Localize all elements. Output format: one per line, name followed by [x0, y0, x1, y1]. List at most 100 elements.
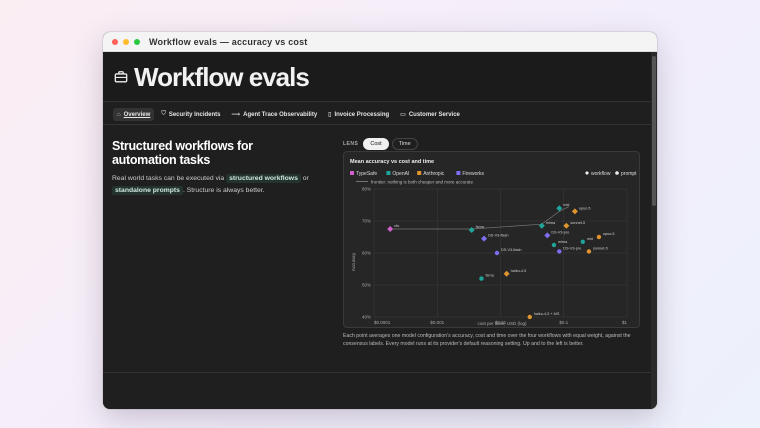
point-label: opus-5: [603, 232, 615, 236]
y-axis-label: Accuracy: [351, 252, 356, 271]
data-point-mima-workflow[interactable]: mima: [538, 221, 556, 229]
tab-label: Security Incidents: [168, 111, 221, 118]
point-label: fsma: [485, 274, 494, 278]
page-title: Workflow evals: [134, 62, 310, 92]
legend-label-typesafe: TypeSafe: [356, 171, 377, 177]
app-window: Workflow evals — accuracy vs cost Workfl…: [103, 32, 657, 409]
tab-label: Customer Service: [408, 111, 460, 118]
frontier-legend-label: frontier: nothing is both cheaper and mo…: [371, 180, 474, 185]
point-label: mid: [587, 237, 593, 241]
point-marker-circle: [580, 239, 585, 244]
scrollbar-thumb[interactable]: [652, 56, 656, 206]
section-divider: [103, 372, 651, 373]
data-point-sonnet-5-workflow[interactable]: sonnet-5: [563, 221, 585, 229]
tab-label: Agent Trace Observability: [243, 111, 318, 118]
data-point-fsma-prompt[interactable]: fsma: [479, 274, 495, 281]
highlight-standalone-prompts: standalone prompts: [112, 186, 183, 195]
chart-panel: Mean accuracy vs cost and time TypeSafe O…: [343, 151, 640, 328]
tab-agent-trace-observability[interactable]: ⟿ Agent Trace Observability: [228, 108, 322, 121]
window-title: Workflow evals — accuracy vs cost: [149, 36, 308, 47]
tab-invoice-processing[interactable]: ▯ Invoice Processing: [324, 108, 393, 121]
point-marker-diamond: [538, 222, 545, 229]
home-icon: ⌂: [117, 111, 121, 118]
document-icon: ▯: [328, 112, 332, 118]
title-bar: Workflow evals — accuracy vs cost: [103, 32, 657, 52]
point-label: fsma: [476, 225, 485, 229]
legend-workflow-marker: [585, 171, 589, 175]
tab-overview[interactable]: ⌂ Overview: [113, 108, 155, 121]
y-tick-label: 40%: [362, 315, 371, 320]
legend-label-fireworks: Fireworks: [462, 171, 484, 177]
intro-paragraph: Real world tasks can be executed via str…: [112, 173, 327, 197]
point-label: DS-V3-flash: [488, 234, 508, 238]
page-header: Workflow evals: [103, 52, 651, 102]
x-tick-label: $1: [622, 320, 628, 325]
tab-divider: [103, 124, 651, 125]
y-tick-label: 70%: [362, 219, 371, 224]
data-point-ds-v3-pro-prompt[interactable]: DS-V3-pro: [557, 246, 581, 254]
scrollbar[interactable]: [651, 52, 657, 409]
chart-points: cfo fsma DS-V3-flash mima DS-V3-pro mid opus-5…: [387, 203, 615, 320]
point-label: DS-V3-pro: [551, 230, 569, 234]
y-tick-label: 80%: [362, 187, 371, 192]
point-marker-circle: [479, 276, 484, 281]
point-marker-circle: [551, 242, 557, 248]
chart-legend: TypeSafe OpenAI Anthropic Fireworks workflow…: [350, 171, 637, 177]
shield-icon: ⛉: [161, 111, 166, 117]
legend-prompt-marker: [615, 171, 619, 175]
maximize-window-button[interactable]: [134, 38, 140, 45]
data-point-opus-5-workflow[interactable]: opus-5: [571, 206, 591, 215]
legend-swatch-typesafe: [350, 171, 354, 175]
close-window-button[interactable]: [112, 38, 118, 45]
point-marker-diamond: [481, 235, 488, 242]
chart-title: Mean accuracy vs cost and time: [350, 159, 434, 165]
data-point-sonnet-5-prompt[interactable]: sonnet-5: [586, 246, 608, 254]
tab-security-incidents[interactable]: ⛉ Security Incidents: [157, 108, 224, 121]
data-point-ds-v3-flash-workflow[interactable]: DS-V3-flash: [481, 234, 509, 242]
point-marker-diamond: [468, 226, 475, 233]
point-label: DS-V3-flash: [501, 248, 521, 252]
data-point-ds-v3-flash-prompt[interactable]: DS-V3-flash: [494, 248, 522, 256]
frontier-legend: frontier: nothing is both cheaper and mo…: [356, 180, 474, 185]
y-tick-label: 50%: [362, 283, 371, 288]
data-point-mid-workflow[interactable]: mid: [556, 203, 569, 212]
point-label: opus-5: [579, 206, 591, 210]
lens-time-button[interactable]: Time: [391, 138, 418, 150]
chat-icon: ▭: [400, 112, 406, 118]
legend-swatch-anthropic: [417, 171, 422, 175]
point-marker-circle: [494, 250, 500, 256]
data-point-fsma-workflow[interactable]: fsma: [468, 225, 485, 233]
tab-label: Overview: [123, 111, 151, 118]
legend-swatch-fireworks: [456, 171, 461, 175]
x-tick-label: $0.0001: [374, 320, 391, 325]
trace-icon: ⟿: [231, 112, 241, 118]
point-label: cfo: [394, 224, 399, 228]
data-point-cfo-workflow[interactable]: cfo: [387, 224, 399, 232]
point-marker-diamond: [571, 208, 578, 215]
data-point-haiku-4-5-workflow[interactable]: haiku-4.5: [503, 269, 527, 277]
lens-cost-button[interactable]: Cost: [363, 138, 389, 150]
lens-label: LENS: [343, 141, 359, 147]
data-point-mid-prompt[interactable]: mid: [580, 237, 593, 244]
intro-text: Real world tasks can be executed via: [112, 175, 225, 182]
point-label: mid: [563, 203, 569, 207]
point-marker-diamond: [503, 270, 510, 277]
point-label: mima: [546, 221, 556, 225]
minimize-window-button[interactable]: [123, 38, 129, 45]
data-point-ds-v3-pro-workflow[interactable]: DS-V3-pro: [544, 230, 569, 239]
point-marker-diamond: [544, 232, 551, 239]
y-tick-label: 60%: [362, 251, 371, 256]
point-marker-circle: [586, 249, 592, 254]
point-marker-diamond: [563, 222, 570, 229]
scatter-chart: Mean accuracy vs cost and time TypeSafe O…: [350, 159, 637, 326]
point-marker-diamond: [387, 226, 394, 232]
data-point-opus-5-prompt[interactable]: opus-5: [596, 232, 615, 240]
point-label: sonnet-5: [570, 221, 585, 225]
chart-caption: Each point averages one model configurat…: [343, 333, 631, 347]
tab-bar: ⌂ Overview ⛉ Security Incidents ⟿ Agent …: [113, 108, 464, 121]
point-label: DS-V3-pro: [563, 246, 581, 250]
data-point-haiku-4-5-ms-prompt[interactable]: haiku-4.5 + MS: [527, 312, 560, 320]
tab-customer-service[interactable]: ▭ Customer Service: [396, 108, 464, 121]
point-marker-circle: [557, 249, 562, 254]
x-axis-label: cost per case, USD (log): [477, 321, 527, 326]
